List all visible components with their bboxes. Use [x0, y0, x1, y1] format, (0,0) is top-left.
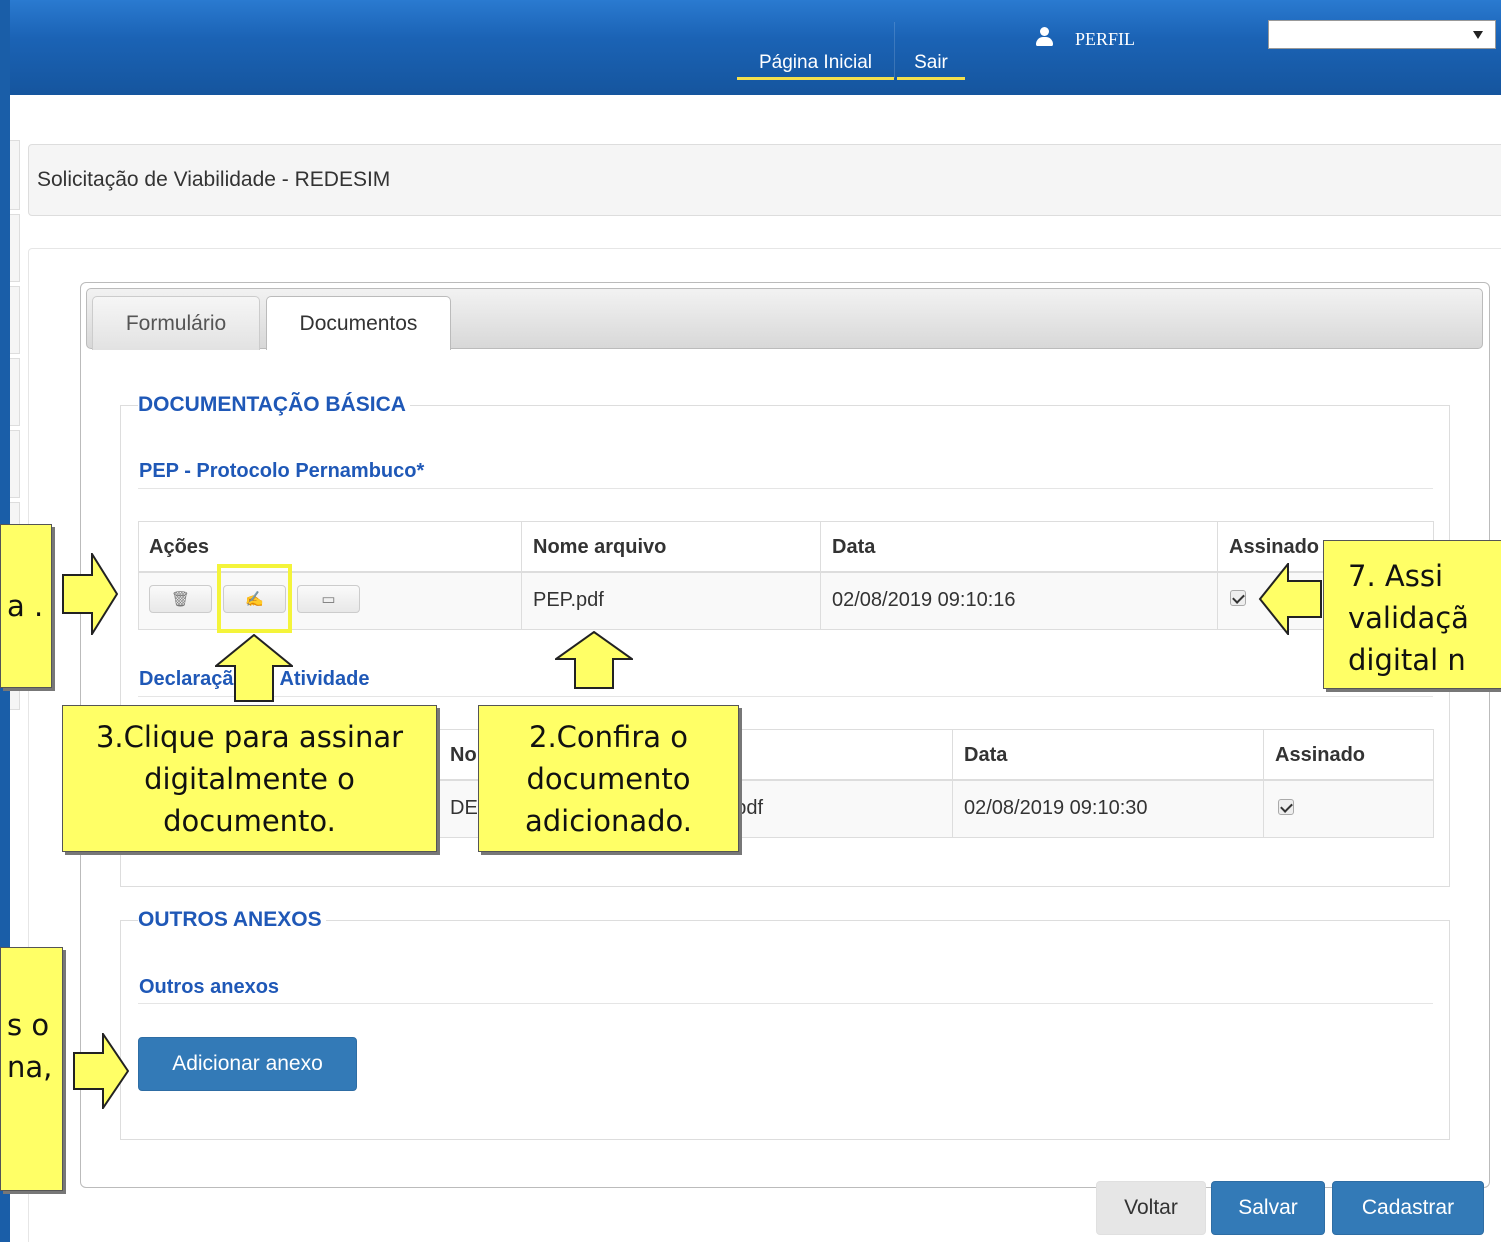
- page-title-bar: Solicitação de Viabilidade - REDESIM: [28, 144, 1501, 216]
- download-icon: ▭: [321, 591, 336, 608]
- arrow-left-icon: [1258, 563, 1322, 635]
- arrow-right-icon: [73, 1033, 129, 1109]
- callout-left-bottom: s o na,: [0, 947, 63, 1191]
- file-name[interactable]: PEP.pdf: [533, 589, 604, 612]
- download-button[interactable]: ▭: [297, 585, 360, 613]
- column-divider: [438, 730, 439, 837]
- chevron-down-icon: [1473, 31, 1483, 39]
- file-date: 02/08/2019 09:10:30: [964, 797, 1148, 819]
- nav-separator: [894, 22, 895, 78]
- column-header-filename: Nome arquivo: [450, 744, 477, 766]
- add-attachment-button[interactable]: Adicionar anexo: [138, 1037, 357, 1091]
- callout-left-top: a .: [0, 524, 52, 688]
- sidebar-item[interactable]: [10, 214, 20, 282]
- divider: [138, 1003, 1433, 1004]
- column-header-signed: Assinado: [1229, 536, 1320, 558]
- tab-formulario[interactable]: Formulário: [92, 296, 260, 350]
- column-header-filename: Nome arquivo: [533, 536, 667, 558]
- sidebar-item[interactable]: [10, 358, 20, 426]
- column-divider: [820, 522, 821, 629]
- profile-label: PERFIL: [1075, 29, 1136, 49]
- other-attachments-fieldset: [120, 920, 1450, 1140]
- arrow-right-icon: [62, 553, 118, 635]
- signed-checkbox: [1230, 590, 1246, 606]
- callout-step-3: 3.Clique para assinar digitalmente o doc…: [62, 705, 437, 852]
- back-button[interactable]: Voltar: [1096, 1181, 1206, 1235]
- pep-section-title: PEP - Protocolo Pernambuco*: [139, 460, 425, 482]
- other-attachments-title: Outros anexos: [139, 976, 280, 998]
- sidebar-item[interactable]: [10, 140, 20, 210]
- top-header: Página Inicial Sair PERFIL: [0, 0, 1501, 95]
- sidebar-item[interactable]: [10, 286, 20, 354]
- arrow-up-icon: [215, 634, 293, 702]
- column-divider: [952, 730, 953, 837]
- column-header-date: Data: [964, 744, 1008, 766]
- column-divider: [521, 522, 522, 629]
- trash-icon: 🗑: [170, 591, 191, 608]
- user-icon: [1035, 27, 1053, 47]
- other-attachments-legend: OUTROS ANEXOS: [138, 908, 326, 932]
- submit-button[interactable]: Cadastrar: [1332, 1181, 1484, 1235]
- column-header-signed: Assinado: [1275, 744, 1366, 766]
- basic-docs-legend: DOCUMENTAÇÃO BÁSICA: [138, 393, 410, 417]
- nav-home-link[interactable]: Página Inicial: [737, 50, 894, 80]
- file-date: 02/08/2019 09:10:16: [832, 589, 1016, 611]
- column-header-actions: Ações: [149, 536, 210, 558]
- page-title: Solicitação de Viabilidade - REDESIM: [37, 168, 391, 191]
- divider: [138, 488, 1433, 489]
- sidebar-item[interactable]: [10, 430, 20, 498]
- arrow-up-icon: [555, 631, 633, 689]
- column-divider: [1263, 730, 1264, 837]
- save-button[interactable]: Salvar: [1211, 1181, 1325, 1235]
- sign-button-highlight: [217, 564, 292, 633]
- callout-step-7: 7. Assi validaçã digital n: [1323, 540, 1501, 689]
- profile-select[interactable]: [1268, 20, 1496, 49]
- delete-button[interactable]: 🗑: [149, 585, 212, 613]
- tab-documentos[interactable]: Documentos: [266, 296, 451, 350]
- column-header-date: Data: [832, 536, 876, 558]
- signed-checkbox: [1278, 799, 1294, 815]
- divider: [138, 696, 1433, 697]
- callout-step-2: 2.Confira o documento adicionado.: [478, 705, 739, 852]
- table-header-divider: [139, 571, 1433, 573]
- nav-logout-link[interactable]: Sair: [897, 50, 965, 80]
- column-divider: [1217, 522, 1218, 629]
